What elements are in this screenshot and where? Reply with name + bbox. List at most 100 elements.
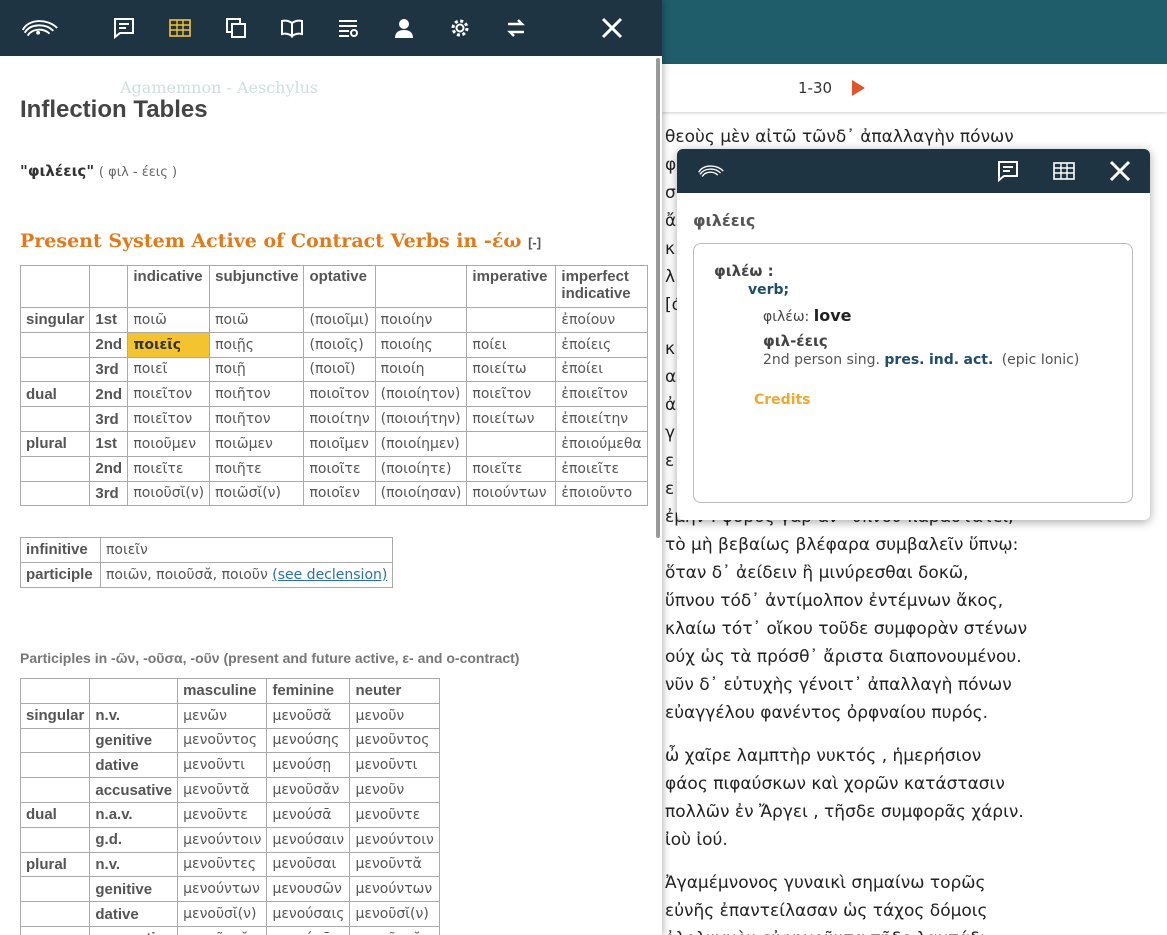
table-cell[interactable]: μενούντων: [177, 876, 268, 903]
text-line[interactable]: σ: [665, 183, 676, 203]
scrollbar[interactable]: [656, 58, 660, 538]
text-line[interactable]: ἄ: [665, 211, 676, 231]
table-cell[interactable]: ποιῆτε: [209, 455, 305, 482]
table-cell[interactable]: μενούσᾱ: [266, 801, 351, 828]
table-cell[interactable]: μενοῦν: [349, 702, 440, 729]
text-line[interactable]: ούχ ὡς τὰ πρόσθ᾽ ἄριστα διαπονουμένου.: [665, 647, 1022, 667]
comment-icon[interactable]: [994, 157, 1022, 185]
table-cell[interactable]: ποιῶ: [127, 307, 211, 333]
table-cell[interactable]: ποιοίης: [374, 331, 468, 358]
table-cell[interactable]: ποιῆτον: [209, 381, 305, 408]
text-line[interactable]: φάος πιφαύσκων καὶ χορῶν κατάστασιν: [665, 774, 1005, 794]
table-cell[interactable]: (ποιοῖ): [303, 356, 376, 383]
table-cell[interactable]: ἐποίει: [555, 356, 648, 383]
table-cell[interactable]: μενούσης: [266, 727, 351, 754]
table-cell[interactable]: ποιείτω: [466, 356, 557, 383]
table-cell[interactable]: μενούσῃ: [266, 752, 351, 779]
table-cell[interactable]: (ποιοίητον): [374, 381, 468, 408]
table-cell[interactable]: ποιοίην: [374, 307, 468, 333]
text-line[interactable]: ε: [665, 451, 674, 471]
table-cell[interactable]: μενούσαιν: [266, 826, 351, 853]
table-cell[interactable]: ποιοῖεν: [303, 480, 376, 507]
text-line[interactable]: ἰοὺ ἰού.: [665, 830, 728, 850]
table-cell[interactable]: μενοῦντε: [349, 801, 440, 828]
table-cell[interactable]: ποιῶμεν: [209, 430, 305, 457]
table-cell[interactable]: ποιῆτον: [209, 406, 305, 432]
table-cell[interactable]: μενοῦντᾰς: [177, 925, 268, 935]
text-line[interactable]: θεοὺς μὲν αἰτῶ τῶνδ᾽ ἀπαλλαγὴν πόνων: [665, 127, 1014, 147]
table-icon[interactable]: [1050, 157, 1078, 185]
table-cell[interactable]: ποιεῖτε: [127, 455, 211, 482]
table-cell[interactable]: μενοῦντᾰ: [349, 851, 440, 878]
table-cell[interactable]: (ποιοῖμι): [303, 307, 376, 333]
text-line[interactable]: γ: [665, 423, 675, 443]
close-icon[interactable]: [598, 14, 626, 42]
logo-icon[interactable]: [691, 157, 731, 185]
table-cell[interactable]: [466, 430, 557, 457]
text-line[interactable]: α: [665, 367, 676, 387]
table-cell[interactable]: ἐποίεις: [555, 331, 648, 358]
table-cell[interactable]: ποιεῖτε: [466, 455, 557, 482]
text-line[interactable]: ὕπνου τόδ᾽ ἀντίμολπον ἐντέμνων ἄκος,: [665, 591, 1003, 611]
table-cell[interactable]: ποιοίτην: [303, 406, 376, 432]
table-cell[interactable]: ποιεῖς: [127, 331, 211, 358]
table-cell[interactable]: μενούντοιν: [349, 826, 440, 853]
text-line[interactable]: κ: [665, 339, 675, 359]
table-cell[interactable]: μενοῦντος: [349, 727, 440, 754]
participle-forms[interactable]: ποιῶν, ποιοῦσᾰ, ποιοῦν: [106, 567, 268, 583]
table-cell[interactable]: ποιῇ: [209, 356, 305, 383]
text-line[interactable]: τὸ μὴ βεβαίως βλέφαρα συμβαλεῖν ὕπνῳ:: [665, 535, 1018, 555]
parse-tense[interactable]: pres.: [884, 352, 924, 368]
text-line[interactable]: εὐνῆς ἐπαντείλασαν ὡς τάχος δόμοις: [665, 901, 988, 921]
swap-icon[interactable]: [502, 14, 530, 42]
parse-mood[interactable]: ind.: [929, 352, 959, 368]
credits-link[interactable]: Credits: [754, 392, 811, 408]
table-cell[interactable]: ἐποιοῦντο: [555, 480, 648, 507]
table-cell[interactable]: μενοῦντι: [349, 752, 440, 779]
table-cell[interactable]: ἐποιεῖτε: [555, 455, 648, 482]
text-line[interactable]: πολλῶν ἐν Ἄργει , τῆσδε συμφορᾶς χάριν.: [665, 802, 1024, 822]
table-cell[interactable]: (ποιοίητε): [374, 455, 468, 482]
table-cell[interactable]: μενῶν: [177, 702, 268, 729]
table-cell[interactable]: ποιεῖν: [99, 537, 394, 563]
table-cell[interactable]: ποιοῖτον: [303, 381, 376, 408]
table-cell[interactable]: μενοῦσᾰν: [266, 777, 351, 803]
collapse-toggle[interactable]: [-]: [528, 235, 541, 250]
table-cell[interactable]: μενοῦσᾰ: [266, 702, 351, 729]
play-icon[interactable]: [852, 80, 865, 96]
table-cell[interactable]: μενούντων: [349, 876, 440, 903]
list-icon[interactable]: [334, 14, 362, 42]
table-cell[interactable]: μενούντοιν: [177, 826, 268, 853]
table-cell[interactable]: ποιῶσῐ(ν): [209, 480, 305, 507]
table-cell[interactable]: μενοῦντᾰ: [177, 777, 268, 803]
table-cell[interactable]: ποιῇς: [209, 331, 305, 358]
table-cell[interactable]: ἐποιούμεθα: [555, 430, 648, 457]
table-cell[interactable]: (ποιοιήτην): [374, 406, 468, 432]
table-cell[interactable]: μενοῦν: [349, 777, 440, 803]
text-line[interactable]: νῦν δ᾽ εὐτυχὴς γένοιτ᾽ ἀπαλλαγὴ πόνων: [665, 675, 1012, 695]
table-cell[interactable]: μενοῦσῐ(ν): [349, 901, 440, 927]
table-cell[interactable]: μενούσᾱς: [266, 925, 351, 935]
text-line[interactable]: ὦ χαῖρε λαμπτὴρ νυκτός , ἡμερήσιον: [665, 746, 981, 766]
table-cell[interactable]: ἐποιεῖτον: [555, 381, 648, 408]
table-cell[interactable]: μενοῦντες: [177, 851, 268, 878]
text-line[interactable]: ε: [665, 479, 674, 499]
table-cell[interactable]: ποιεῖτον: [127, 381, 211, 408]
table-cell[interactable]: μενοῦντᾰ: [349, 925, 440, 935]
table-cell[interactable]: ποιῶ: [209, 307, 305, 333]
text-line[interactable]: Ἀγαμέμνονος γυναικὶ σημαίνω τορῶς: [665, 873, 986, 893]
table-cell[interactable]: ποιοῖτε: [303, 455, 376, 482]
table-cell[interactable]: μενούσαις: [266, 901, 351, 927]
text-line[interactable]: φ: [665, 155, 676, 175]
table-cell[interactable]: μενοῦντε: [177, 801, 268, 828]
table-cell[interactable]: ποιοίη: [374, 356, 468, 383]
table-cell[interactable]: ἐποιείτην: [555, 406, 648, 432]
table-cell[interactable]: ποιούντων: [466, 480, 557, 507]
table-cell[interactable]: ποίει: [466, 331, 557, 358]
table-cell[interactable]: ἐποίουν: [555, 307, 648, 333]
logo-icon[interactable]: [18, 14, 62, 42]
table-cell[interactable]: ποιείτων: [466, 406, 557, 432]
see-declension-link[interactable]: (see declension): [272, 567, 387, 583]
table-cell[interactable]: μενοῦντι: [177, 752, 268, 779]
table-cell[interactable]: ποιοῦσῐ(ν): [127, 480, 211, 507]
